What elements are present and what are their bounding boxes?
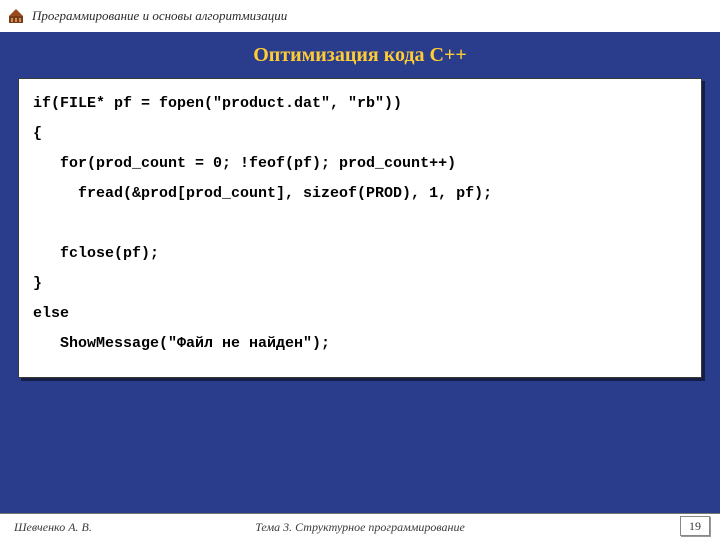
- footer-topic: Тема 3. Структурное программирование: [0, 520, 720, 535]
- university-logo-icon: [8, 8, 24, 24]
- slide-title: Оптимизация кода С++: [0, 44, 720, 67]
- code-content: if(FILE* pf = fopen("product.dat", "rb")…: [33, 89, 687, 359]
- slide: Программирование и основы алгоритмизации…: [0, 0, 720, 540]
- footer-author: Шевченко А. В.: [14, 520, 92, 535]
- page-number: 19: [680, 516, 710, 536]
- code-block: if(FILE* pf = fopen("product.dat", "rb")…: [18, 78, 702, 378]
- footer: Шевченко А. В. Тема 3. Структурное прогр…: [0, 513, 720, 540]
- header: Программирование и основы алгоритмизации: [0, 0, 720, 32]
- course-title: Программирование и основы алгоритмизации: [32, 8, 287, 24]
